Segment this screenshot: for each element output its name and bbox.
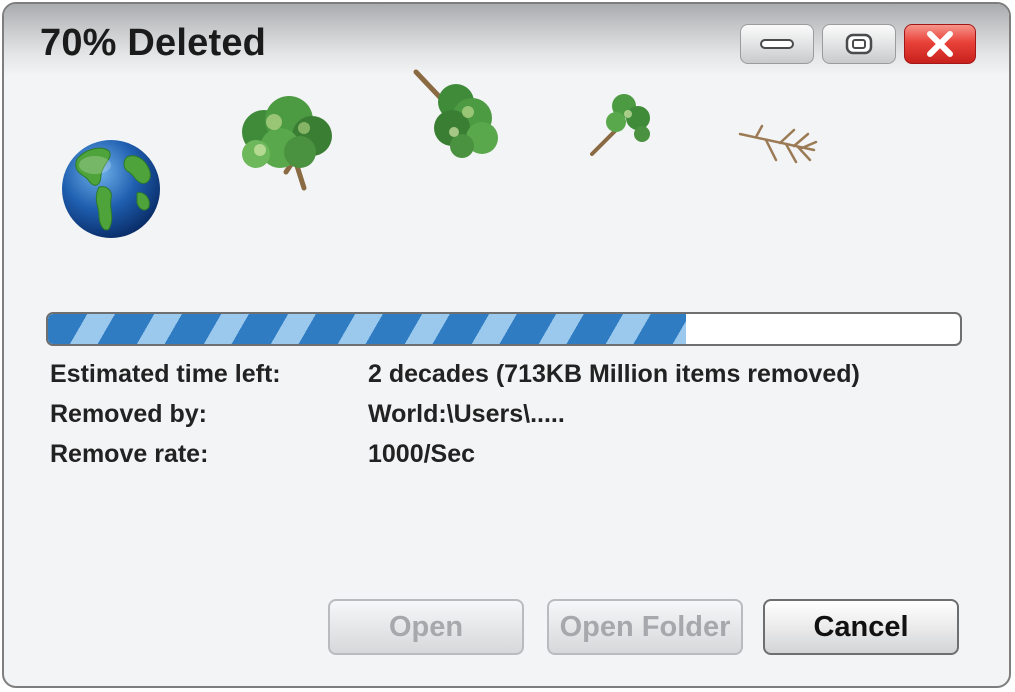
open-folder-button[interactable]: Open Folder	[547, 599, 743, 655]
remove-rate-value: 1000/Sec	[368, 440, 476, 468]
tree-icon	[413, 69, 498, 158]
remove-rate-label: Remove rate:	[50, 440, 209, 468]
estimated-time-label: Estimated time left:	[50, 360, 281, 388]
tree-icon	[242, 96, 332, 191]
progress-bar	[46, 312, 962, 346]
open-button[interactable]: Open	[328, 599, 524, 655]
removed-by-value: World:\Users\.....	[368, 400, 565, 428]
estimated-time-value: 2 decades (713KB Million items removed)	[368, 360, 860, 388]
tree-icon	[738, 124, 818, 164]
removed-by-label: Removed by:	[50, 400, 207, 428]
cancel-button[interactable]: Cancel	[763, 599, 959, 655]
progress-bar-fill	[48, 314, 687, 344]
globe-icon	[62, 140, 160, 238]
tree-icon	[590, 94, 650, 156]
dialog-window: 70% Deleted Estimated time left: 2 decad…	[2, 2, 1011, 688]
